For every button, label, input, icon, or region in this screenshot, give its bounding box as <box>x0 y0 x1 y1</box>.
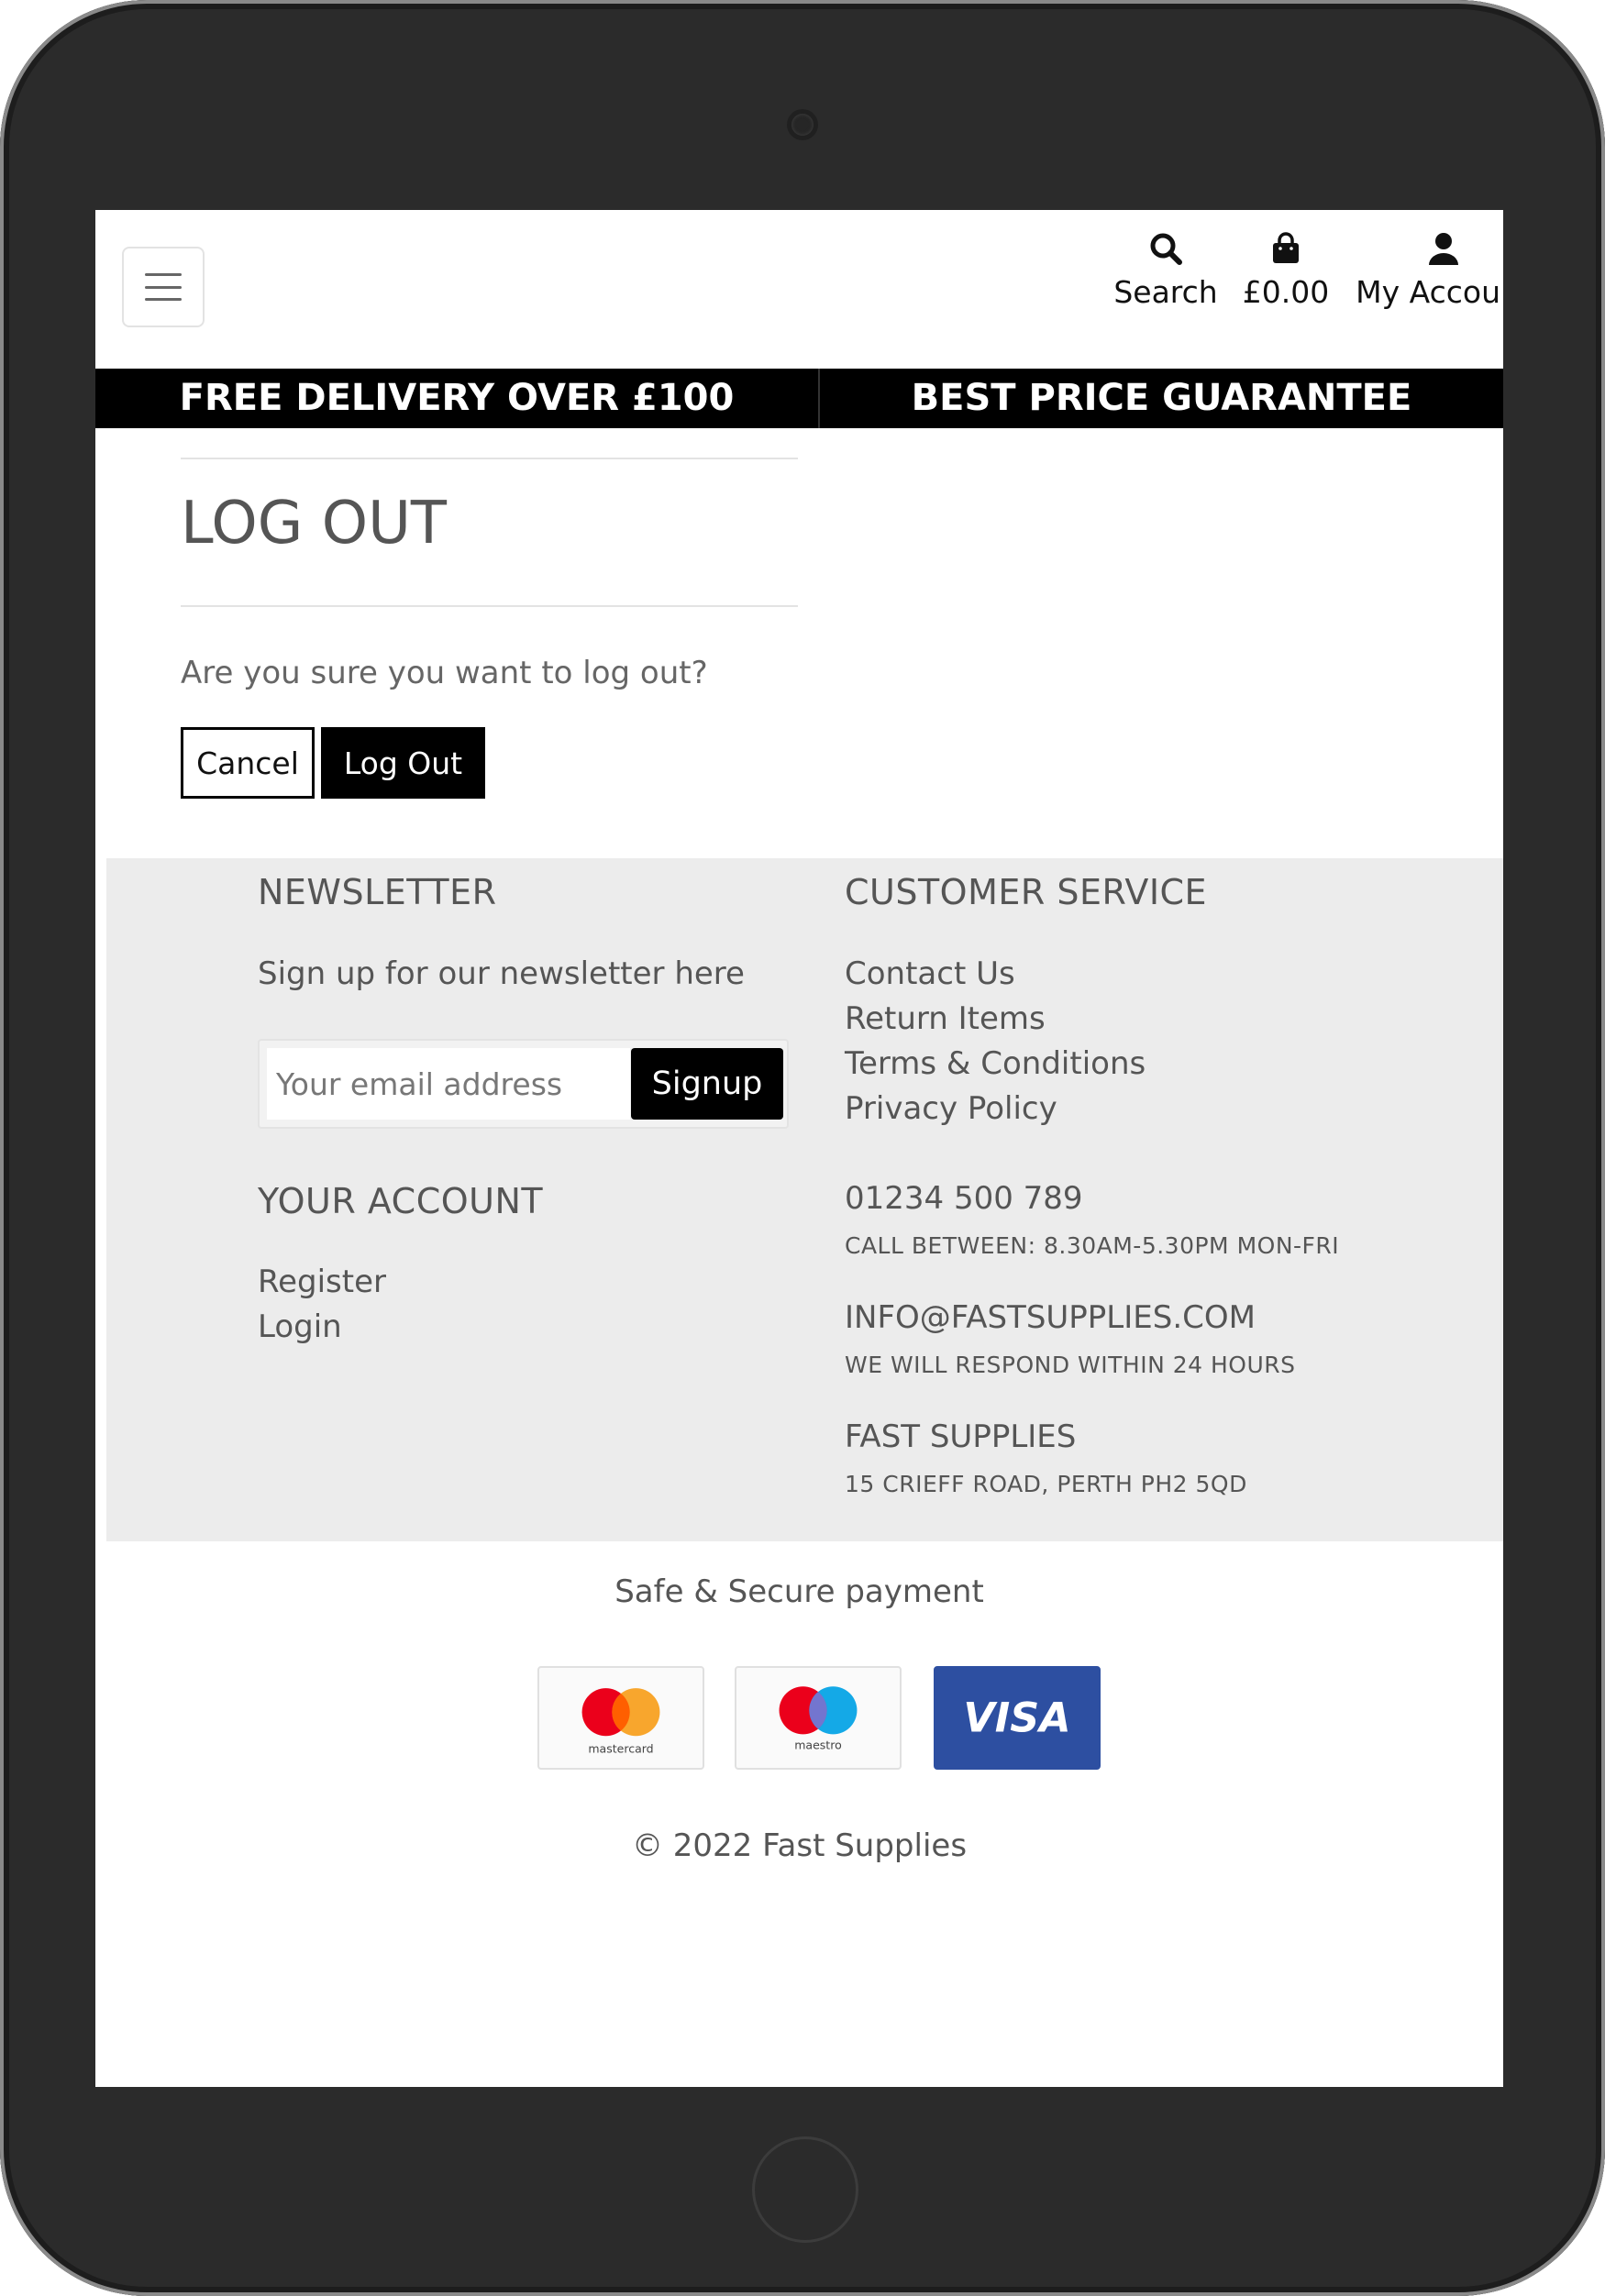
company-name: FAST SUPPLIES <box>845 1418 1077 1455</box>
page-title: LOG OUT <box>181 490 447 557</box>
camera-icon <box>791 114 814 136</box>
promo-banner: FREE DELIVERY OVER £100 BEST PRICE GUARA… <box>95 369 1503 428</box>
your-account-heading: YOUR ACCOUNT <box>258 1181 544 1221</box>
terms-link[interactable]: Terms & Conditions <box>845 1045 1146 1082</box>
menu-button[interactable] <box>122 247 205 327</box>
site-footer: NEWSLETTER Sign up for our newsletter he… <box>106 858 1503 1541</box>
basket-link[interactable]: £0.00 <box>1222 230 1350 310</box>
signup-button[interactable]: Signup <box>631 1048 783 1120</box>
return-items-link[interactable]: Return Items <box>845 1000 1046 1037</box>
basket-total: £0.00 <box>1242 274 1330 310</box>
logout-button[interactable]: Log Out <box>321 727 485 799</box>
divider <box>181 458 798 459</box>
shopping-bag-icon <box>1267 230 1304 267</box>
email-input[interactable] <box>267 1048 630 1120</box>
user-icon <box>1425 230 1462 267</box>
privacy-policy-link[interactable]: Privacy Policy <box>845 1090 1057 1127</box>
tablet-frame: Search £0.00 My Account FREE DELIVERY OV… <box>0 0 1605 2296</box>
contact-us-link[interactable]: Contact Us <box>845 955 1015 992</box>
promo-best-price: BEST PRICE GUARANTEE <box>911 377 1412 419</box>
customer-service-heading: CUSTOMER SERVICE <box>845 872 1208 912</box>
company-address: 15 CRIEFF ROAD, PERTH PH2 5QD <box>845 1471 1247 1497</box>
newsletter-text: Sign up for our newsletter here <box>258 955 745 992</box>
site-header: Search £0.00 My Account <box>95 210 1503 369</box>
home-button[interactable] <box>752 2136 858 2243</box>
copyright: © 2022 Fast Supplies <box>631 1827 968 1864</box>
mastercard-logo: mastercard <box>537 1666 704 1770</box>
email-link[interactable]: INFO@FASTSUPPLIES.COM <box>845 1299 1256 1336</box>
search-icon <box>1147 230 1184 267</box>
cancel-button[interactable]: Cancel <box>181 727 315 799</box>
register-link[interactable]: Register <box>258 1264 386 1300</box>
search-link[interactable]: Search <box>1092 230 1239 310</box>
logout-question: Are you sure you want to log out? <box>181 655 708 691</box>
maestro-logo: maestro <box>735 1666 902 1770</box>
newsletter-heading: NEWSLETTER <box>258 872 497 912</box>
phone-hours: CALL BETWEEN: 8.30AM-5.30PM MON-FRI <box>845 1232 1340 1259</box>
visa-wordmark: VISA <box>963 1694 1070 1741</box>
screen: Search £0.00 My Account FREE DELIVERY OV… <box>95 210 1503 2087</box>
newsletter-form: Signup <box>258 1039 789 1129</box>
email-response-note: WE WILL RESPOND WITHIN 24 HOURS <box>845 1352 1296 1378</box>
account-label: My Account <box>1356 274 1503 310</box>
promo-free-delivery: FREE DELIVERY OVER £100 <box>95 369 820 428</box>
divider <box>181 605 798 607</box>
login-link[interactable]: Login <box>258 1308 342 1345</box>
maestro-wordmark: maestro <box>794 1739 842 1752</box>
visa-logo: VISA <box>934 1666 1101 1770</box>
search-label: Search <box>1113 274 1218 310</box>
mastercard-wordmark: mastercard <box>588 1742 653 1756</box>
phone-number[interactable]: 01234 500 789 <box>845 1180 1083 1217</box>
account-link[interactable]: My Account <box>1343 230 1503 310</box>
menu-icon <box>145 273 182 301</box>
secure-payment-heading: Safe & Secure payment <box>614 1573 984 1610</box>
